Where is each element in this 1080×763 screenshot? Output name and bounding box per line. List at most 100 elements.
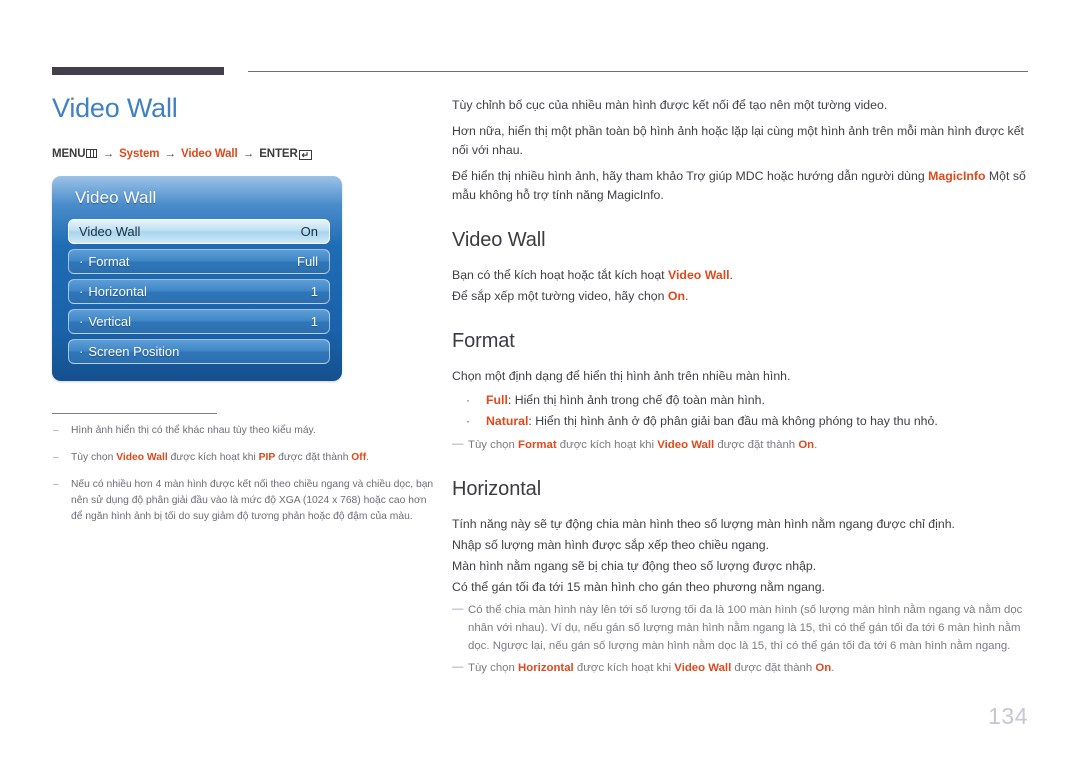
body-line: Có thể gán tối đa tới 15 màn hình cho gá… bbox=[452, 580, 826, 594]
note-dash-icon: ― bbox=[452, 603, 464, 615]
osd-panel-title: Video Wall bbox=[75, 187, 157, 207]
note-emphasis: Video Wall bbox=[116, 451, 168, 463]
note-text: Tùy chọn bbox=[468, 439, 519, 451]
option-desc: : Hiển thị hình ảnh ở độ phân giải ban đ… bbox=[528, 414, 938, 428]
note-dash-icon: ‒ bbox=[53, 424, 59, 436]
osd-row-value: 1 bbox=[310, 313, 318, 329]
list-item: · Full: Hiển thị hình ảnh trong chế độ to… bbox=[452, 390, 1028, 411]
osd-panel: Video Wall Video Wall On · Format Full · H… bbox=[52, 175, 342, 381]
submenu-dot-icon: · bbox=[79, 343, 84, 359]
enter-return-icon: ↵ bbox=[298, 149, 312, 160]
note-text: Hình ảnh hiển thị có thể khác nhau tùy t… bbox=[71, 424, 316, 436]
note-item: ‒ Nếu có nhiều hơn 4 màn hình được kết nố… bbox=[52, 477, 440, 525]
breadcrumb-menu-label: MENU bbox=[52, 147, 86, 160]
note-dash-icon: ‒ bbox=[53, 478, 59, 490]
note-item: ‒ Tùy chọn Video Wall được kích hoạt khi … bbox=[52, 450, 440, 466]
option-desc: : Hiển thị hình ảnh trong chế độ toàn mà… bbox=[507, 393, 765, 407]
intro-text: Để hiển thị nhiều hình ảnh, hãy tham khả… bbox=[452, 169, 929, 183]
osd-row-value: On bbox=[300, 223, 318, 239]
osd-row-label-text: Horizontal bbox=[88, 283, 147, 299]
section-heading-format: Format bbox=[452, 330, 515, 352]
osd-row-video-wall[interactable]: Video Wall On bbox=[68, 218, 330, 244]
osd-row-list: Video Wall On · Format Full · Horizontal 1… bbox=[68, 218, 330, 369]
breadcrumb-arrow-1: → bbox=[102, 147, 115, 160]
osd-row-label-text: Screen Position bbox=[88, 343, 180, 359]
tip-note: ― Tùy chọn Horizontal được kích hoạt khi … bbox=[452, 659, 1028, 677]
note-text: . bbox=[814, 439, 818, 451]
bullet-dot-icon: · bbox=[466, 414, 470, 428]
osd-row-label-text: Vertical bbox=[88, 313, 131, 329]
intro-paragraph: Để hiển thị nhiều hình ảnh, hãy tham khả… bbox=[452, 167, 1028, 205]
osd-row-label: · Format bbox=[79, 254, 130, 269]
option-name: Full bbox=[486, 393, 508, 407]
tip-note: ― Tùy chọn Format được kích hoạt khi Vide… bbox=[452, 436, 1028, 454]
note-emphasis: PIP bbox=[258, 451, 276, 463]
note-emphasis: Video Wall bbox=[674, 662, 732, 674]
notes-divider bbox=[52, 412, 217, 414]
header-rule-thin bbox=[248, 71, 1028, 72]
intro-paragraph: Tùy chỉnh bố cục của nhiều màn hình được… bbox=[452, 98, 888, 112]
osd-row-label: · Vertical bbox=[79, 314, 131, 329]
osd-row-label: · Horizontal bbox=[79, 284, 147, 299]
osd-row-horizontal[interactable]: · Horizontal 1 bbox=[68, 278, 330, 304]
note-text: được kích hoạt khi bbox=[167, 451, 259, 463]
left-column: Video Wall MENU → System → Video Wall → … bbox=[52, 93, 442, 536]
note-text: được đặt thành bbox=[714, 439, 799, 451]
breadcrumb-item-video-wall[interactable]: Video Wall bbox=[181, 148, 238, 160]
osd-row-format[interactable]: · Format Full bbox=[68, 248, 330, 274]
note-text: Có thể chia màn hình này lên tới số lượn… bbox=[468, 604, 1023, 652]
body-line: Màn hình nằm ngang sẽ bị chia tự động th… bbox=[452, 559, 817, 573]
note-text: Nếu có nhiều hơn 4 màn hình được kết nối… bbox=[71, 478, 434, 522]
note-text: được kích hoạt khi bbox=[556, 439, 658, 451]
header-rule-thick bbox=[52, 67, 224, 75]
body-line: Chọn một định dạng để hiển thị hình ảnh … bbox=[452, 369, 791, 383]
intro-paragraph: Hơn nữa, hiển thị một phần toàn bộ hình … bbox=[452, 124, 1024, 157]
body-line: Tính năng này sẽ tự động chia màn hình t… bbox=[452, 517, 955, 531]
breadcrumb-item-system[interactable]: System bbox=[119, 148, 159, 160]
note-text: được kích hoạt khi bbox=[573, 662, 675, 674]
osd-row-screen-position[interactable]: · Screen Position bbox=[68, 338, 330, 364]
breadcrumb-arrow-3: → bbox=[242, 147, 255, 160]
body-emphasis: On bbox=[667, 289, 685, 303]
breadcrumb-arrow-2: → bbox=[164, 147, 177, 160]
format-option-list: · Full: Hiển thị hình ảnh trong chế độ to… bbox=[452, 390, 1028, 432]
body-line: Để sắp xếp một tường video, hãy chọn On. bbox=[452, 286, 1028, 306]
body-line: Nhập số lượng màn hình được sắp xếp theo… bbox=[452, 538, 769, 552]
manual-page: Video Wall MENU → System → Video Wall → … bbox=[0, 0, 1080, 763]
osd-row-label-text: Format bbox=[88, 253, 130, 269]
right-column: Tùy chỉnh bố cục của nhiều màn hình được… bbox=[452, 96, 1028, 677]
note-text: . bbox=[831, 662, 835, 674]
menu-grid-icon bbox=[86, 148, 98, 158]
note-dash-icon: ‒ bbox=[53, 451, 59, 463]
body-text: Để sắp xếp một tường video, hãy chọn bbox=[452, 289, 668, 303]
submenu-dot-icon: · bbox=[79, 253, 84, 269]
note-text: . bbox=[366, 451, 370, 463]
breadcrumb-enter-label: ENTER bbox=[259, 147, 298, 160]
header-rule-group bbox=[52, 66, 1028, 78]
section-heading-video-wall: Video Wall bbox=[452, 229, 546, 251]
body-text: . bbox=[684, 289, 689, 303]
osd-row-vertical[interactable]: · Vertical 1 bbox=[68, 308, 330, 334]
osd-row-value: 1 bbox=[310, 283, 318, 299]
tip-note: ― Có thể chia màn hình này lên tới số lượ… bbox=[452, 601, 1028, 655]
option-name: Natural bbox=[486, 414, 529, 428]
submenu-dot-icon: · bbox=[79, 313, 84, 329]
note-emphasis: Format bbox=[518, 439, 557, 451]
page-title: Video Wall bbox=[52, 93, 178, 123]
submenu-dot-icon: · bbox=[79, 283, 84, 299]
list-item: · Natural: Hiển thị hình ảnh ở độ phân gi… bbox=[452, 411, 1028, 432]
osd-row-label: · Screen Position bbox=[79, 344, 179, 359]
osd-row-label: Video Wall bbox=[79, 223, 141, 239]
note-text: Tùy chọn bbox=[468, 662, 519, 674]
note-emphasis: Horizontal bbox=[518, 662, 574, 674]
breadcrumb: MENU → System → Video Wall → ENTER ↵ bbox=[52, 148, 442, 160]
note-text: Tùy chọn bbox=[71, 451, 117, 463]
intro-block: Tùy chỉnh bố cục của nhiều màn hình được… bbox=[452, 96, 1028, 205]
note-dash-icon: ― bbox=[452, 661, 464, 673]
note-emphasis: On bbox=[798, 439, 815, 451]
note-emphasis: Video Wall bbox=[657, 439, 715, 451]
note-item: ‒ Hình ảnh hiển thị có thể khác nhau tùy … bbox=[52, 423, 440, 439]
page-number: 134 bbox=[988, 703, 1028, 729]
bullet-dot-icon: · bbox=[466, 393, 470, 407]
body-text: Bạn có thể kích hoạt hoặc tắt kích hoạt bbox=[452, 268, 669, 282]
